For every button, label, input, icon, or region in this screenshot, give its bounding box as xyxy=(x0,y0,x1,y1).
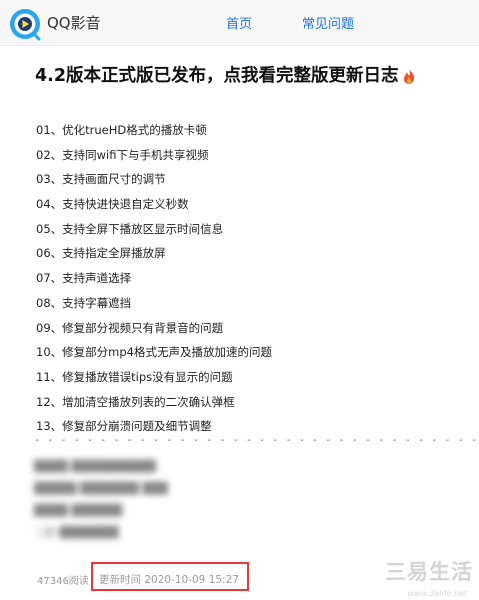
headline-text: 4.2版本正式版已发布，点我看完整版更新日志 xyxy=(35,66,399,86)
update-time-highlight: 更新时间 2020-10-09 15:27 xyxy=(91,562,249,591)
changelog-item: 03、支持画面尺寸的调节 xyxy=(36,172,166,187)
blurred-line: 二群 ███████ xyxy=(34,526,119,539)
nav-faq-link[interactable]: 常见问题 xyxy=(302,13,354,32)
blurred-line: █████ ███████ ███ xyxy=(34,482,168,495)
changelog-item: 12、增加清空播放列表的二次确认弹框 xyxy=(36,394,235,409)
changelog-item: 04、支持快进快退自定义秒数 xyxy=(36,197,189,212)
changelog-item: 10、修复部分mp4格式无声及播放加速的问题 xyxy=(36,345,272,360)
changelog-item: 11、修复播放错误tips没有显示的问题 xyxy=(36,369,233,384)
changelog-item: 09、修复部分视频只有背景音的问题 xyxy=(36,320,224,335)
watermark-url: www.3elife.net xyxy=(407,589,467,598)
brand-name: QQ影音 xyxy=(47,14,101,32)
fire-icon xyxy=(403,68,414,84)
qq-player-logo-icon[interactable] xyxy=(8,7,42,41)
watermark-logo: 三易生活 xyxy=(385,560,473,584)
read-count: 47346阅读 xyxy=(37,576,89,587)
changelog-item: 01、优化trueHD格式的播放卡顿 xyxy=(36,123,207,137)
dashed-divider: - - - - - - - - - - - - - - - - - - - - … xyxy=(34,435,479,446)
top-bar: QQ影音 首页 常见问题 xyxy=(0,0,479,46)
article-content: 4.2版本正式版已发布，点我看完整版更新日志 01、优化trueHD格式的播放卡… xyxy=(0,46,479,600)
release-headline-link[interactable]: 4.2版本正式版已发布，点我看完整版更新日志 xyxy=(35,62,415,87)
blurred-line: ████ ██████████ xyxy=(34,460,156,473)
changelog-item: 07、支持声道选择 xyxy=(36,271,132,286)
blurred-contact-info: ████ ██████████ █████ ███████ ███ ████ █… xyxy=(34,456,168,544)
changelog-item: 06、支持指定全屏播放屏 xyxy=(36,246,166,261)
blurred-line: ████ ██████ xyxy=(34,504,123,517)
nav-home-link[interactable]: 首页 xyxy=(226,13,252,32)
changelog-list: 01、优化trueHD格式的播放卡顿 02、支持同wifi下与手机共享视频 03… xyxy=(36,118,272,439)
update-time-text: 更新时间 2020-10-09 15:27 xyxy=(99,574,239,586)
changelog-item: 02、支持同wifi下与手机共享视频 xyxy=(36,147,209,162)
changelog-item: 05、支持全屏下播放区显示时间信息 xyxy=(36,221,224,236)
changelog-item: 08、支持字幕遮挡 xyxy=(36,295,132,310)
